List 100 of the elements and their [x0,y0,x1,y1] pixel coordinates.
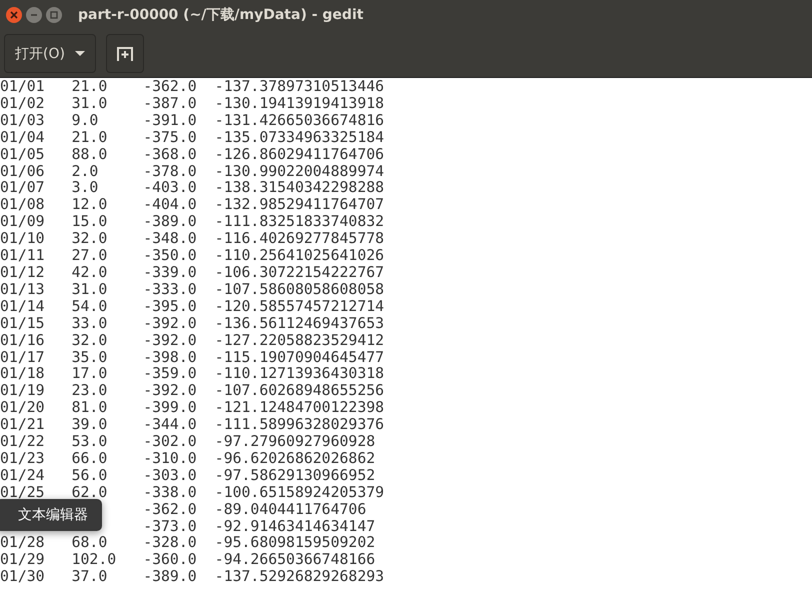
text-line: 33.0 [72,316,108,333]
text-line: -121.12484700122398 [214,400,386,418]
text-line: 39.0 [72,417,108,434]
text-line: 01/25 [0,484,46,502]
text-line: 31.0 [72,282,108,299]
text-line: 01/01 [0,79,46,96]
text-line: 01/08 [0,197,46,214]
text-line: -359.0 [143,366,198,384]
text-line: -362.0 [143,502,198,519]
text-line: 01/06 [0,164,46,180]
text-line: 01/21 [0,417,46,434]
text-line: 01/20 [0,400,46,418]
text-line: 32.0 [72,332,108,350]
text-line: -97.27960927960928 [214,434,376,451]
text-line: -378.0 [143,164,198,180]
text-line: 37.0 [72,569,108,586]
text-line: 01/29 [0,552,46,570]
text-line: 01/07 [0,180,46,198]
text-line: 01/30 [0,569,46,586]
text-line: 01/10 [0,231,46,248]
text-line: -132.98529411764707 [214,197,386,214]
text-line: -392.0 [143,383,198,400]
text-line: -344.0 [143,417,198,434]
text-line: 01/23 [0,450,46,468]
text-line: -137.37897310513446 [214,79,386,96]
text-line: -131.42665036674816 [214,112,386,130]
text-line: -110.12713936430318 [214,366,386,384]
text-line: -95.68098159509202 [214,535,376,552]
text-line: 35.0 [72,350,108,366]
text-line: -333.0 [143,282,198,299]
text-line: -389.0 [143,214,198,232]
text-line: 01/22 [0,434,46,451]
text-line: 21.0 [72,79,108,96]
text-line: -395.0 [143,298,198,316]
text-line: -130.19413919413918 [214,96,386,113]
maximize-button[interactable] [46,7,62,23]
text-line: -115.19070904645477 [214,350,386,366]
text-line: 68.0 [72,535,108,552]
text-line: -106.30722154222767 [214,264,386,282]
caret-icon [74,50,85,56]
text-line: -138.31540342298288 [214,180,386,198]
text-line: -110.25641025641026 [214,248,386,265]
text-line: 66.0 [72,450,108,468]
text-line: -127.22058823529412 [214,332,386,350]
text-line: -350.0 [143,248,198,265]
text-line: 9.0 [72,112,100,130]
text-line: -116.40269277845778 [214,231,386,248]
text-line: 62.0 [72,484,108,502]
text-line: -391.0 [143,112,198,130]
text-line: -96.62026862026862 [214,450,376,468]
text-line: -310.0 [143,450,198,468]
text-line: 01/19 [0,383,46,400]
text-line: 01/12 [0,264,46,282]
text-line: 2.0 [72,164,100,180]
open-button[interactable]: 打开(O) [4,34,96,73]
text-line: 53.0 [72,434,108,451]
text-line: -94.26650366748166 [214,552,376,570]
text-line: 15.0 [72,214,108,232]
text-line: 01/24 [0,468,46,485]
close-button[interactable] [6,7,22,23]
text-line: 3.0 [72,180,100,198]
text-line: -392.0 [143,332,198,350]
text-line: 01/14 [0,298,46,316]
text-line: 01/15 [0,316,46,333]
text-line: -107.60268948655256 [214,383,386,400]
new-tab-button[interactable] [106,34,144,73]
window-title: part-r-00000 (~/下载/myData) - gedit [78,6,364,24]
text-line: -375.0 [143,130,198,147]
text-line: -89.0404411764706 [214,502,368,519]
text-line: -97.58629130966952 [214,468,376,485]
text-line: 01/03 [0,112,46,130]
text-line: 01/09 [0,214,46,232]
text-line: 01/13 [0,282,46,299]
text-line: -130.99022004889974 [214,164,386,180]
text-line: 01/18 [0,366,46,384]
text-line: 01/02 [0,96,46,113]
text-line: 81.0 [72,400,108,418]
text-line: -362.0 [143,79,198,96]
text-line: -126.86029411764706 [214,146,386,164]
text-line: 01/17 [0,350,46,366]
text-line: -392.0 [143,316,198,333]
text-line: -389.0 [143,569,198,586]
text-line: -111.83251833740832 [214,214,386,232]
text-line: -120.58557457212714 [214,298,386,316]
text-line: -303.0 [143,468,198,485]
text-line: 12.0 [72,197,108,214]
text-line: 23.0 [72,383,108,400]
text-line: 17.0 [72,366,108,384]
text-line: 01/16 [0,332,46,350]
minimize-button[interactable] [26,7,42,23]
text-line: -404.0 [143,197,198,214]
text-line: 01/11 [0,248,46,265]
text-line: -137.52926829268293 [214,569,386,586]
text-line: -338.0 [143,484,198,502]
text-line: -135.07334963325184 [214,130,386,147]
text-line: -328.0 [143,535,198,552]
text-line: 54.0 [72,298,108,316]
text-line: 21.0 [72,130,108,147]
text-line: 01/04 [0,130,46,147]
text-line: -339.0 [143,264,198,282]
